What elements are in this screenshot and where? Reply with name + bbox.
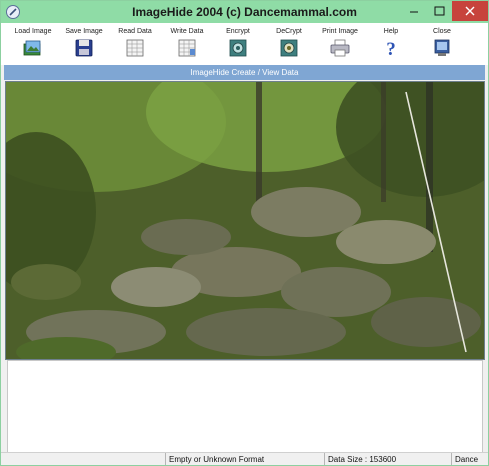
close-app-label: Close [433, 28, 451, 35]
title-bar[interactable]: ImageHide 2004 (c) Dancemammal.com [1, 1, 488, 23]
close-app-icon [434, 39, 450, 56]
encrypt-icon [229, 39, 247, 57]
app-window: ImageHide 2004 (c) Dancemammal.com Load … [0, 0, 489, 466]
minimize-icon [410, 11, 418, 13]
window-close-button[interactable] [452, 1, 488, 21]
data-text-area[interactable] [7, 360, 483, 454]
write-data-label: Write Data [170, 28, 204, 35]
read-data-label: Read Data [118, 28, 152, 35]
read-data-button[interactable]: Read Data [109, 25, 161, 65]
minimize-button[interactable] [401, 1, 427, 21]
write-data-icon [178, 39, 196, 57]
svg-text:?: ? [386, 39, 396, 58]
save-image-label: Save Image [65, 28, 103, 35]
load-image-label: Load Image [14, 28, 52, 35]
status-format: Empty or Unknown Format [165, 453, 324, 465]
printer-icon [330, 39, 350, 57]
close-app-button[interactable]: Close [416, 25, 468, 65]
maximize-button[interactable] [427, 1, 452, 21]
save-image-button[interactable]: Save Image [58, 25, 110, 65]
encrypt-button[interactable]: Encrypt [212, 25, 264, 65]
decrypt-button[interactable]: DeCrypt [263, 25, 315, 65]
forest-photo [6, 82, 484, 359]
decrypt-label: DeCrypt [276, 28, 302, 35]
status-brand: Dance [451, 453, 488, 465]
decrypt-icon [280, 39, 298, 57]
read-data-icon [126, 39, 144, 57]
maximize-icon [434, 6, 445, 16]
help-label: Help [383, 28, 399, 35]
help-button[interactable]: Help ? [365, 25, 417, 65]
close-icon [465, 6, 475, 16]
encrypt-label: Encrypt [226, 28, 250, 35]
toolbar: Load Image Save Image Read Data Write Da… [1, 23, 488, 65]
print-image-label: Print Image [322, 28, 358, 35]
status-bar: Empty or Unknown Format Data Size : 1536… [1, 452, 488, 465]
help-icon: ? [386, 39, 396, 58]
load-image-button[interactable]: Load Image [7, 25, 59, 65]
floppy-disk-icon [75, 39, 93, 57]
load-image-icon [23, 40, 41, 56]
write-data-button[interactable]: Write Data [161, 25, 213, 65]
print-image-button[interactable]: Print Image [314, 25, 366, 65]
status-data-size: Data Size : 153600 [324, 453, 448, 465]
status-empty-cell [1, 453, 164, 465]
section-header: ImageHide Create / View Data [4, 65, 485, 80]
image-preview[interactable] [5, 81, 485, 360]
